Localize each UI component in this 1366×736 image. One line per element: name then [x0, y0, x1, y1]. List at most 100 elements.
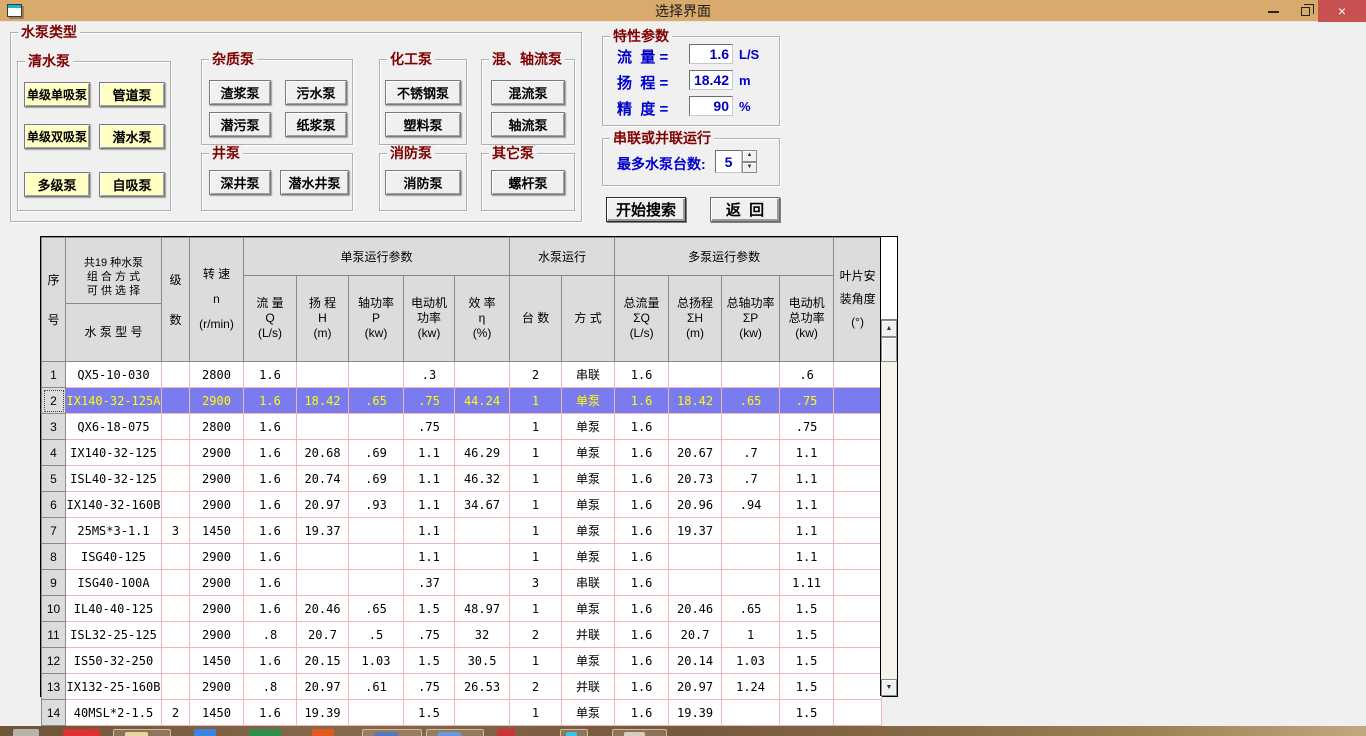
framed-app-blue-2-icon[interactable]	[426, 729, 484, 736]
table-cell[interactable]: 2900	[189, 465, 244, 492]
table-cell[interactable]	[721, 361, 781, 388]
table-cell[interactable]: 20.97	[296, 491, 349, 518]
row-number-cell[interactable]: 9	[41, 569, 66, 596]
max-pumps-input[interactable]	[715, 150, 742, 173]
table-cell[interactable]: 26.53	[453, 673, 511, 700]
table-cell[interactable]: 1.6	[614, 673, 670, 700]
table-cell[interactable]: 2900	[189, 491, 244, 518]
table-cell[interactable]: 1.6	[243, 361, 297, 388]
table-row[interactable]: 2 IX140-32-125A 2900 1.6 18.42.65.75 44.24 1 单泵…	[41, 387, 883, 414]
app-gray-icon[interactable]	[13, 729, 39, 736]
table-cell[interactable]: .8	[243, 673, 297, 700]
table-cell[interactable]: 19.39	[296, 699, 349, 726]
table-cell[interactable]: 1.1	[403, 491, 455, 518]
table-cell[interactable]: .8	[243, 621, 297, 648]
table-cell[interactable]: 1.6	[614, 543, 670, 570]
scroll-up-icon[interactable]: ▲	[881, 320, 897, 337]
table-cell[interactable]: 1.03	[721, 647, 781, 674]
table-cell[interactable]: 1	[509, 517, 563, 544]
table-cell[interactable]: 1.11	[779, 569, 835, 596]
head-input[interactable]	[689, 70, 733, 90]
pump-type-button[interactable]: 螺杆泵	[491, 170, 565, 195]
pump-type-button[interactable]: 管道泵	[99, 82, 165, 107]
table-cell[interactable]: .69	[348, 439, 404, 466]
table-cell[interactable]: ISL32-25-125	[65, 621, 162, 648]
table-cell[interactable]: 1.6	[243, 439, 297, 466]
table-cell[interactable]: 19.37	[668, 517, 723, 544]
table-cell[interactable]	[161, 491, 190, 518]
row-number-cell[interactable]: 4	[41, 439, 66, 466]
table-cell[interactable]: 1.6	[614, 699, 670, 726]
table-cell[interactable]: 1.6	[614, 361, 670, 388]
table-cell[interactable]	[833, 413, 883, 440]
row-number-cell[interactable]: 6	[41, 491, 66, 518]
table-cell[interactable]	[161, 387, 190, 414]
table-cell[interactable]: 20.97	[296, 673, 349, 700]
table-cell[interactable]	[668, 569, 723, 596]
spinner-down-icon[interactable]: ▼	[742, 161, 757, 173]
pump-type-button[interactable]: 单级双吸泵	[24, 124, 90, 149]
table-cell[interactable]: 1.6	[243, 517, 297, 544]
table-cell[interactable]: 1.6	[614, 413, 670, 440]
table-row[interactable]: 10 IL40-40-125 2900 1.6 20.46.65 1.5 48.97 1 单泵 1…	[41, 595, 883, 622]
pump-type-button[interactable]: 潜水泵	[99, 124, 165, 149]
precision-input[interactable]	[689, 96, 733, 116]
table-cell[interactable]	[668, 413, 723, 440]
table-cell[interactable]: 1.1	[403, 465, 455, 492]
table-cell[interactable]: 1	[509, 465, 563, 492]
table-cell[interactable]	[348, 361, 404, 388]
row-number-cell[interactable]: 13	[41, 673, 66, 700]
pump-type-button[interactable]: 混流泵	[491, 80, 565, 105]
table-cell[interactable]: ISL40-32-125	[65, 465, 162, 492]
pump-type-button[interactable]: 纸浆泵	[285, 112, 347, 137]
table-cell[interactable]: 3	[161, 517, 190, 544]
table-cell[interactable]: IX140-32-125A	[65, 387, 162, 414]
table-cell[interactable]: .7	[721, 439, 781, 466]
table-cell[interactable]: 单泵	[561, 387, 616, 414]
table-cell[interactable]: .93	[348, 491, 404, 518]
table-row[interactable]: 1 QX5-10-030 2800 1.6.3 2 串联 1.6.6	[41, 361, 883, 388]
table-cell[interactable]: 1	[509, 413, 563, 440]
table-cell[interactable]: 单泵	[561, 465, 616, 492]
table-cell[interactable]	[161, 361, 190, 388]
framed-app-light-icon[interactable]	[612, 729, 667, 736]
table-cell[interactable]: 1.6	[243, 543, 297, 570]
table-cell[interactable]: 2	[509, 621, 563, 648]
table-cell[interactable]: 20.67	[668, 439, 723, 466]
table-cell[interactable]: 单泵	[561, 517, 616, 544]
table-cell[interactable]: 1.6	[243, 413, 297, 440]
close-button[interactable]: ×	[1318, 0, 1366, 22]
table-cell[interactable]: 2900	[189, 387, 244, 414]
table-cell[interactable]	[161, 673, 190, 700]
table-cell[interactable]: 46.32	[453, 465, 511, 492]
table-cell[interactable]: .94	[721, 491, 781, 518]
table-cell[interactable]: 1.6	[614, 647, 670, 674]
table-cell[interactable]: 1.6	[243, 387, 297, 414]
row-number-cell[interactable]: 2	[41, 387, 66, 414]
table-cell[interactable]: 1	[509, 595, 563, 622]
table-cell[interactable]: 单泵	[561, 699, 616, 726]
table-cell[interactable]: 1.5	[779, 673, 835, 700]
table-cell[interactable]: 单泵	[561, 413, 616, 440]
row-number-cell[interactable]: 1	[41, 361, 66, 388]
table-cell[interactable]: IS50-32-250	[65, 647, 162, 674]
table-cell[interactable]	[348, 413, 404, 440]
table-cell[interactable]: QX6-18-075	[65, 413, 162, 440]
table-cell[interactable]: 1.6	[614, 517, 670, 544]
table-row[interactable]: 8 ISG40-125 2900 1.6 1.1 1 单泵 1.6 1.1	[41, 543, 883, 570]
table-row[interactable]: 12 IS50-32-250 1450 1.6 20.15 1.03 1.5 30.5 1 单泵 1…	[41, 647, 883, 674]
table-cell[interactable]: IX132-25-160B	[65, 673, 162, 700]
table-cell[interactable]	[453, 361, 511, 388]
table-cell[interactable]: 2	[509, 361, 563, 388]
table-cell[interactable]: 1.1	[403, 517, 455, 544]
table-cell[interactable]: .75	[403, 387, 455, 414]
table-cell[interactable]: 并联	[561, 673, 616, 700]
table-cell[interactable]	[833, 673, 883, 700]
table-cell[interactable]	[348, 517, 404, 544]
table-cell[interactable]: 1.5	[779, 699, 835, 726]
table-cell[interactable]	[161, 439, 190, 466]
table-cell[interactable]: 单泵	[561, 595, 616, 622]
table-cell[interactable]: 1.6	[614, 569, 670, 596]
app-orange-icon[interactable]	[312, 729, 334, 736]
table-row[interactable]: 7 25MS*3-1.1 3 1450 1.6 19.37 1.1 1 单泵 1.6 19.37 1.…	[41, 517, 883, 544]
